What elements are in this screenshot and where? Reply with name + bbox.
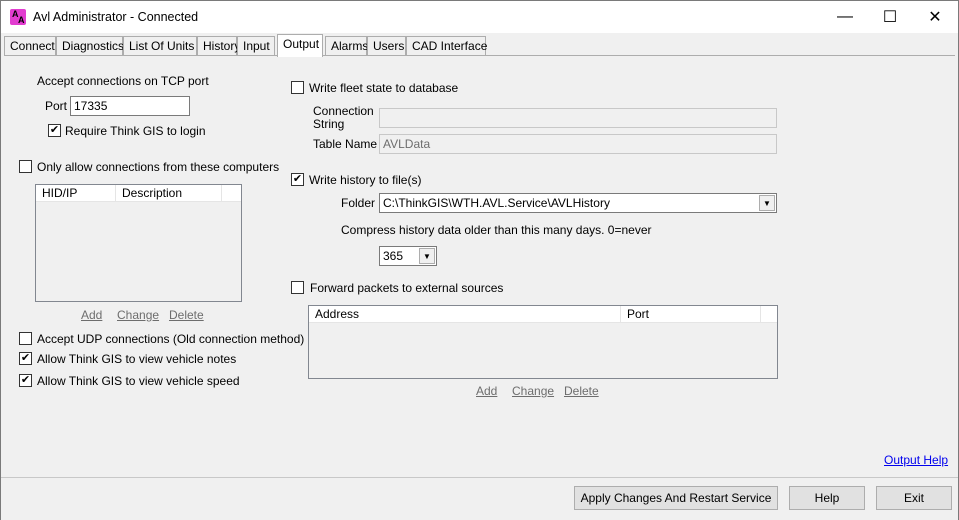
connection-string-label-line1: Connection [313,104,374,118]
output-help-link[interactable]: Output Help [884,453,948,467]
maximize-icon: ☐ [882,9,898,26]
tab-alarms[interactable]: Alarms [325,36,368,56]
tab-list-of-units[interactable]: List Of Units [123,36,197,56]
vehicle-speed-checkbox[interactable]: ✔ [19,374,32,387]
vehicle-speed-label: Allow Think GIS to view vehicle speed [37,374,240,388]
exit-button[interactable]: Exit [876,486,952,510]
fleet-db-checkbox[interactable] [291,81,304,94]
udp-checkbox[interactable] [19,332,32,345]
tcp-port-label: Accept connections on TCP port [37,74,209,88]
write-history-checkbox[interactable]: ✔ [291,173,304,186]
footer-bar: Apply Changes And Restart Service Help E… [1,477,958,520]
column-port[interactable]: Port [621,306,761,323]
folder-value: C:\ThinkGIS\WTH.AVL.Service\AVLHistory [383,196,610,210]
table-name-input[interactable]: AVLData [379,134,777,154]
compress-dropdown-icon[interactable]: ▼ [419,248,435,264]
apply-restart-button[interactable]: Apply Changes And Restart Service [574,486,778,510]
allowed-computers-list[interactable]: HID/IP Description [35,184,242,302]
fleet-db-label: Write fleet state to database [309,81,459,95]
folder-dropdown-icon[interactable]: ▼ [759,195,775,211]
connection-string-input[interactable] [379,108,777,128]
only-allow-label: Only allow connections from these comput… [37,160,280,174]
require-login-label: Require Think GIS to login [65,124,206,138]
folder-label: Folder [341,196,376,210]
compress-days-value: 365 [383,249,404,263]
maximize-button[interactable]: ☐ [867,1,913,33]
connection-string-label-line2: String [313,117,345,131]
allowed-computers-header: HID/IP Description [36,185,241,202]
only-allow-checkbox[interactable] [19,160,32,173]
change-computer-link[interactable]: Change [117,308,159,322]
app-icon-letter-2: A [18,15,25,25]
minimize-icon: — [837,8,853,25]
vehicle-notes-checkbox[interactable]: ✔ [19,352,32,365]
help-button[interactable]: Help [789,486,865,510]
window-title: Avl Administrator - Connected [33,10,199,24]
vehicle-notes-label: Allow Think GIS to view vehicle notes [37,352,237,366]
table-name-label: Table Name [313,137,378,151]
column-hid-ip[interactable]: HID/IP [36,185,116,202]
close-button[interactable]: ✕ [912,1,958,33]
tab-users[interactable]: Users [367,36,406,56]
delete-computer-link[interactable]: Delete [169,308,204,322]
write-history-label: Write history to file(s) [309,173,422,187]
external-sources-list[interactable]: Address Port [308,305,778,379]
column-description[interactable]: Description [116,185,222,202]
delete-source-link[interactable]: Delete [564,384,599,398]
folder-combo[interactable]: C:\ThinkGIS\WTH.AVL.Service\AVLHistory ▼ [379,193,777,213]
external-sources-header: Address Port [309,306,777,323]
close-icon: ✕ [928,9,942,26]
add-computer-link[interactable]: Add [81,308,102,322]
minimize-button[interactable]: — [822,1,868,33]
app-icon: A A [10,9,26,25]
tab-connect[interactable]: Connect [4,36,56,56]
tab-cad-interface[interactable]: CAD Interface [406,36,487,56]
forward-packets-checkbox[interactable] [291,281,304,294]
add-source-link[interactable]: Add [476,384,497,398]
app-window: A A Avl Administrator - Connected — ☐ ✕ … [0,0,959,520]
require-login-checkbox[interactable]: ✔ [48,124,61,137]
tab-output[interactable]: Output [277,34,323,57]
column-address[interactable]: Address [309,306,621,323]
forward-packets-label: Forward packets to external sources [310,281,504,295]
output-panel: Accept connections on TCP port Port 1733… [4,55,955,475]
tab-input[interactable]: Input [237,36,275,56]
port-input[interactable]: 17335 [70,96,190,116]
port-label: Port [45,99,68,113]
compress-label: Compress history data older than this ma… [341,223,652,237]
tab-diagnostics[interactable]: Diagnostics [56,36,124,56]
udp-label: Accept UDP connections (Old connection m… [37,332,305,346]
title-bar: A A Avl Administrator - Connected — ☐ ✕ [1,1,958,33]
change-source-link[interactable]: Change [512,384,554,398]
compress-days-combo[interactable]: 365 ▼ [379,246,437,266]
tab-history[interactable]: History [197,36,240,56]
